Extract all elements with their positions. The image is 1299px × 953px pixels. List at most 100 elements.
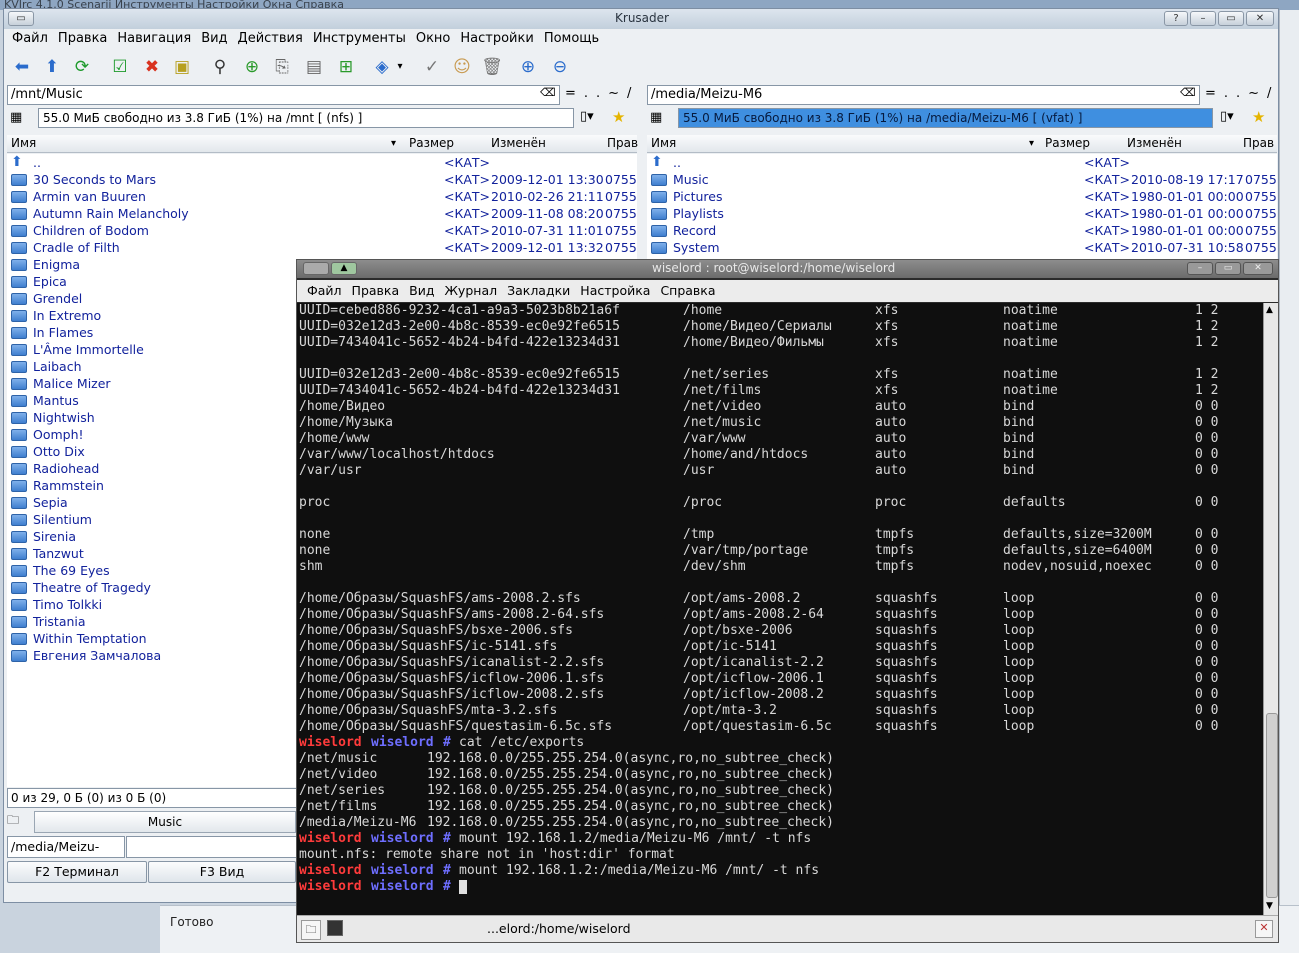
col-modified[interactable]: Изменён: [1127, 135, 1182, 152]
trash-icon[interactable]: 🗑: [480, 55, 504, 79]
clipboard-icon[interactable]: ▣: [170, 55, 194, 79]
new-tab-icon[interactable]: ⊕: [240, 55, 264, 79]
up-icon[interactable]: ⬆: [40, 55, 64, 79]
keep-above-button[interactable]: ▲: [331, 262, 357, 275]
left-panel-popup-icon[interactable]: ▦: [10, 110, 22, 125]
clear-icon[interactable]: ⌫: [540, 86, 556, 99]
f2-terminal-button[interactable]: F2 Терминал: [7, 861, 147, 883]
minimize-button[interactable]: –: [1190, 11, 1216, 26]
file-row[interactable]: Armin van Buuren <КАТ> 2010-02-26 21:11 075…: [7, 188, 637, 205]
folder-tab-icon[interactable]: 🗀: [7, 811, 33, 831]
file-row[interactable]: Children of Bodom <КАТ> 2010-07-31 11:01 07…: [7, 222, 637, 239]
left-tab-music[interactable]: Music: [34, 811, 296, 833]
select-all-icon[interactable]: ☑: [108, 55, 132, 79]
menu-view[interactable]: Вид: [196, 29, 232, 51]
col-size[interactable]: Размер: [409, 135, 454, 152]
file-row[interactable]: Cradle of Filth <КАТ> 2009-12-01 13:32 0755: [7, 239, 637, 256]
term-menu-edit[interactable]: Правка: [347, 280, 405, 302]
zoom-out-icon[interactable]: ⊖: [548, 55, 572, 79]
help-icon[interactable]: ?: [1164, 11, 1188, 26]
menu-actions[interactable]: Действия: [233, 29, 308, 51]
folder-icon: [11, 259, 27, 271]
close-tab-icon[interactable]: ✕: [1255, 920, 1273, 938]
user-icon[interactable]: ☺: [450, 55, 474, 79]
right-history-icon[interactable]: ▯▾: [1220, 109, 1234, 124]
file-row[interactable]: Autumn Rain Melancholy <КАТ> 2009-11-08 08…: [7, 205, 637, 222]
new-tab-icon[interactable]: 🗀: [301, 920, 321, 940]
file-row[interactable]: 30 Seconds to Mars <КАТ> 2009-12-01 13:30 0…: [7, 171, 637, 188]
copy-icon[interactable]: ⎘: [270, 55, 294, 79]
term-menu-view[interactable]: Вид: [404, 280, 439, 302]
parent-dir-row[interactable]: ⬆.. <КАТ>: [647, 154, 1277, 171]
clear-icon[interactable]: ⌫: [1180, 86, 1196, 99]
term-menu-settings[interactable]: Настройка: [575, 280, 655, 302]
terminal-tab[interactable]: ...elord:/home/wiselord: [487, 921, 631, 936]
menu-window[interactable]: Окно: [411, 29, 456, 51]
parent-dir-row[interactable]: ⬆.. <КАТ>: [7, 154, 637, 171]
left-bookmark-star-icon[interactable]: ★: [612, 108, 625, 126]
maximize-button[interactable]: ▭: [1215, 262, 1241, 275]
file-perm: 0755: [1245, 206, 1277, 221]
terminal-scrollbar[interactable]: ▲ ▼: [1263, 303, 1278, 915]
col-name[interactable]: Имя: [11, 135, 36, 152]
network-icon[interactable]: ◈: [370, 55, 394, 79]
file-row[interactable]: Record <КАТ> 1980-01-01 00:00 0755: [647, 222, 1277, 239]
term-menu-history[interactable]: Журнал: [439, 280, 502, 302]
file-row[interactable]: Playlists <КАТ> 1980-01-01 00:00 0755: [647, 205, 1277, 222]
f3-view-button[interactable]: F3 Вид: [148, 861, 296, 883]
scroll-down-icon[interactable]: ▼: [1266, 901, 1273, 911]
fstab-field: proc: [299, 495, 331, 510]
close-button[interactable]: ✕: [1246, 11, 1274, 26]
refresh-icon[interactable]: ⟳: [70, 55, 94, 79]
scroll-up-icon[interactable]: ▲: [1266, 305, 1273, 315]
document-icon[interactable]: ▤: [302, 55, 326, 79]
maximize-button[interactable]: ▭: [1218, 11, 1244, 26]
chevron-down-icon[interactable]: ▾: [394, 55, 406, 79]
right-file-list[interactable]: ⬆.. <КАТ> Music <КАТ> 2010-08-19 17:17 0755 Pi…: [647, 154, 1277, 274]
right-path-field[interactable]: /media/Meizu-M6: [647, 85, 1200, 105]
term-menu-help[interactable]: Справка: [655, 280, 720, 302]
close-button[interactable]: ✕: [1243, 262, 1273, 275]
window-menu-button[interactable]: ▭: [8, 11, 34, 26]
right-bookmark-star-icon[interactable]: ★: [1252, 108, 1265, 126]
term-menu-bookmarks[interactable]: Закладки: [502, 280, 575, 302]
command-line-input[interactable]: [126, 836, 298, 858]
right-nav-shortcuts[interactable]: =..~/: [1205, 86, 1278, 101]
sort-chevron-icon[interactable]: ▾: [1029, 135, 1034, 152]
file-row[interactable]: Pictures <КАТ> 1980-01-01 00:00 0755: [647, 188, 1277, 205]
col-perm[interactable]: Прав: [1243, 135, 1274, 152]
left-path-field[interactable]: /mnt/Music: [7, 85, 560, 105]
col-modified[interactable]: Изменён: [491, 135, 546, 152]
menu-file[interactable]: Файл: [4, 29, 53, 51]
menu-settings[interactable]: Настройки: [455, 29, 538, 51]
search-binoculars-icon[interactable]: ⚲: [208, 55, 232, 79]
file-size: <КАТ>: [444, 155, 491, 170]
back-icon[interactable]: ⬅: [10, 55, 34, 79]
terminal-output[interactable]: UUID=cebed886-9232-4ca1-a9a3-5023b8b21a6…: [297, 303, 1263, 915]
fstab-field: squashfs: [875, 639, 938, 654]
left-nav-shortcuts[interactable]: =..~/: [565, 86, 639, 101]
col-name[interactable]: Имя: [651, 135, 676, 152]
col-size[interactable]: Размер: [1045, 135, 1090, 152]
menu-help[interactable]: Помощь: [539, 29, 604, 51]
scroll-thumb[interactable]: [1266, 713, 1278, 898]
sync-icon[interactable]: ✓: [420, 55, 444, 79]
menu-edit[interactable]: Правка: [53, 29, 112, 51]
left-history-icon[interactable]: ▯▾: [580, 109, 594, 124]
file-row[interactable]: System <КАТ> 2010-07-31 10:58 0755: [647, 239, 1277, 256]
left-column-header: Имя ▾ Размер Изменён Прав: [7, 135, 638, 153]
col-perm[interactable]: Прав: [607, 135, 638, 152]
fstab-field: proc: [875, 495, 907, 510]
term-menu-file[interactable]: Файл: [297, 280, 347, 302]
sort-chevron-icon[interactable]: ▾: [391, 135, 396, 152]
minimize-button[interactable]: –: [1187, 262, 1213, 275]
fstab-field: squashfs: [875, 671, 938, 686]
new-folder-icon[interactable]: ⊞: [334, 55, 358, 79]
menu-tools[interactable]: Инструменты: [308, 29, 411, 51]
zoom-in-icon[interactable]: ⊕: [516, 55, 540, 79]
terminal-window-menu-button[interactable]: [303, 262, 329, 275]
file-row[interactable]: Music <КАТ> 2010-08-19 17:17 0755: [647, 171, 1277, 188]
unselect-icon[interactable]: ✖: [140, 55, 164, 79]
menu-navigation[interactable]: Навигация: [112, 29, 196, 51]
right-panel-popup-icon[interactable]: ▦: [650, 110, 662, 125]
